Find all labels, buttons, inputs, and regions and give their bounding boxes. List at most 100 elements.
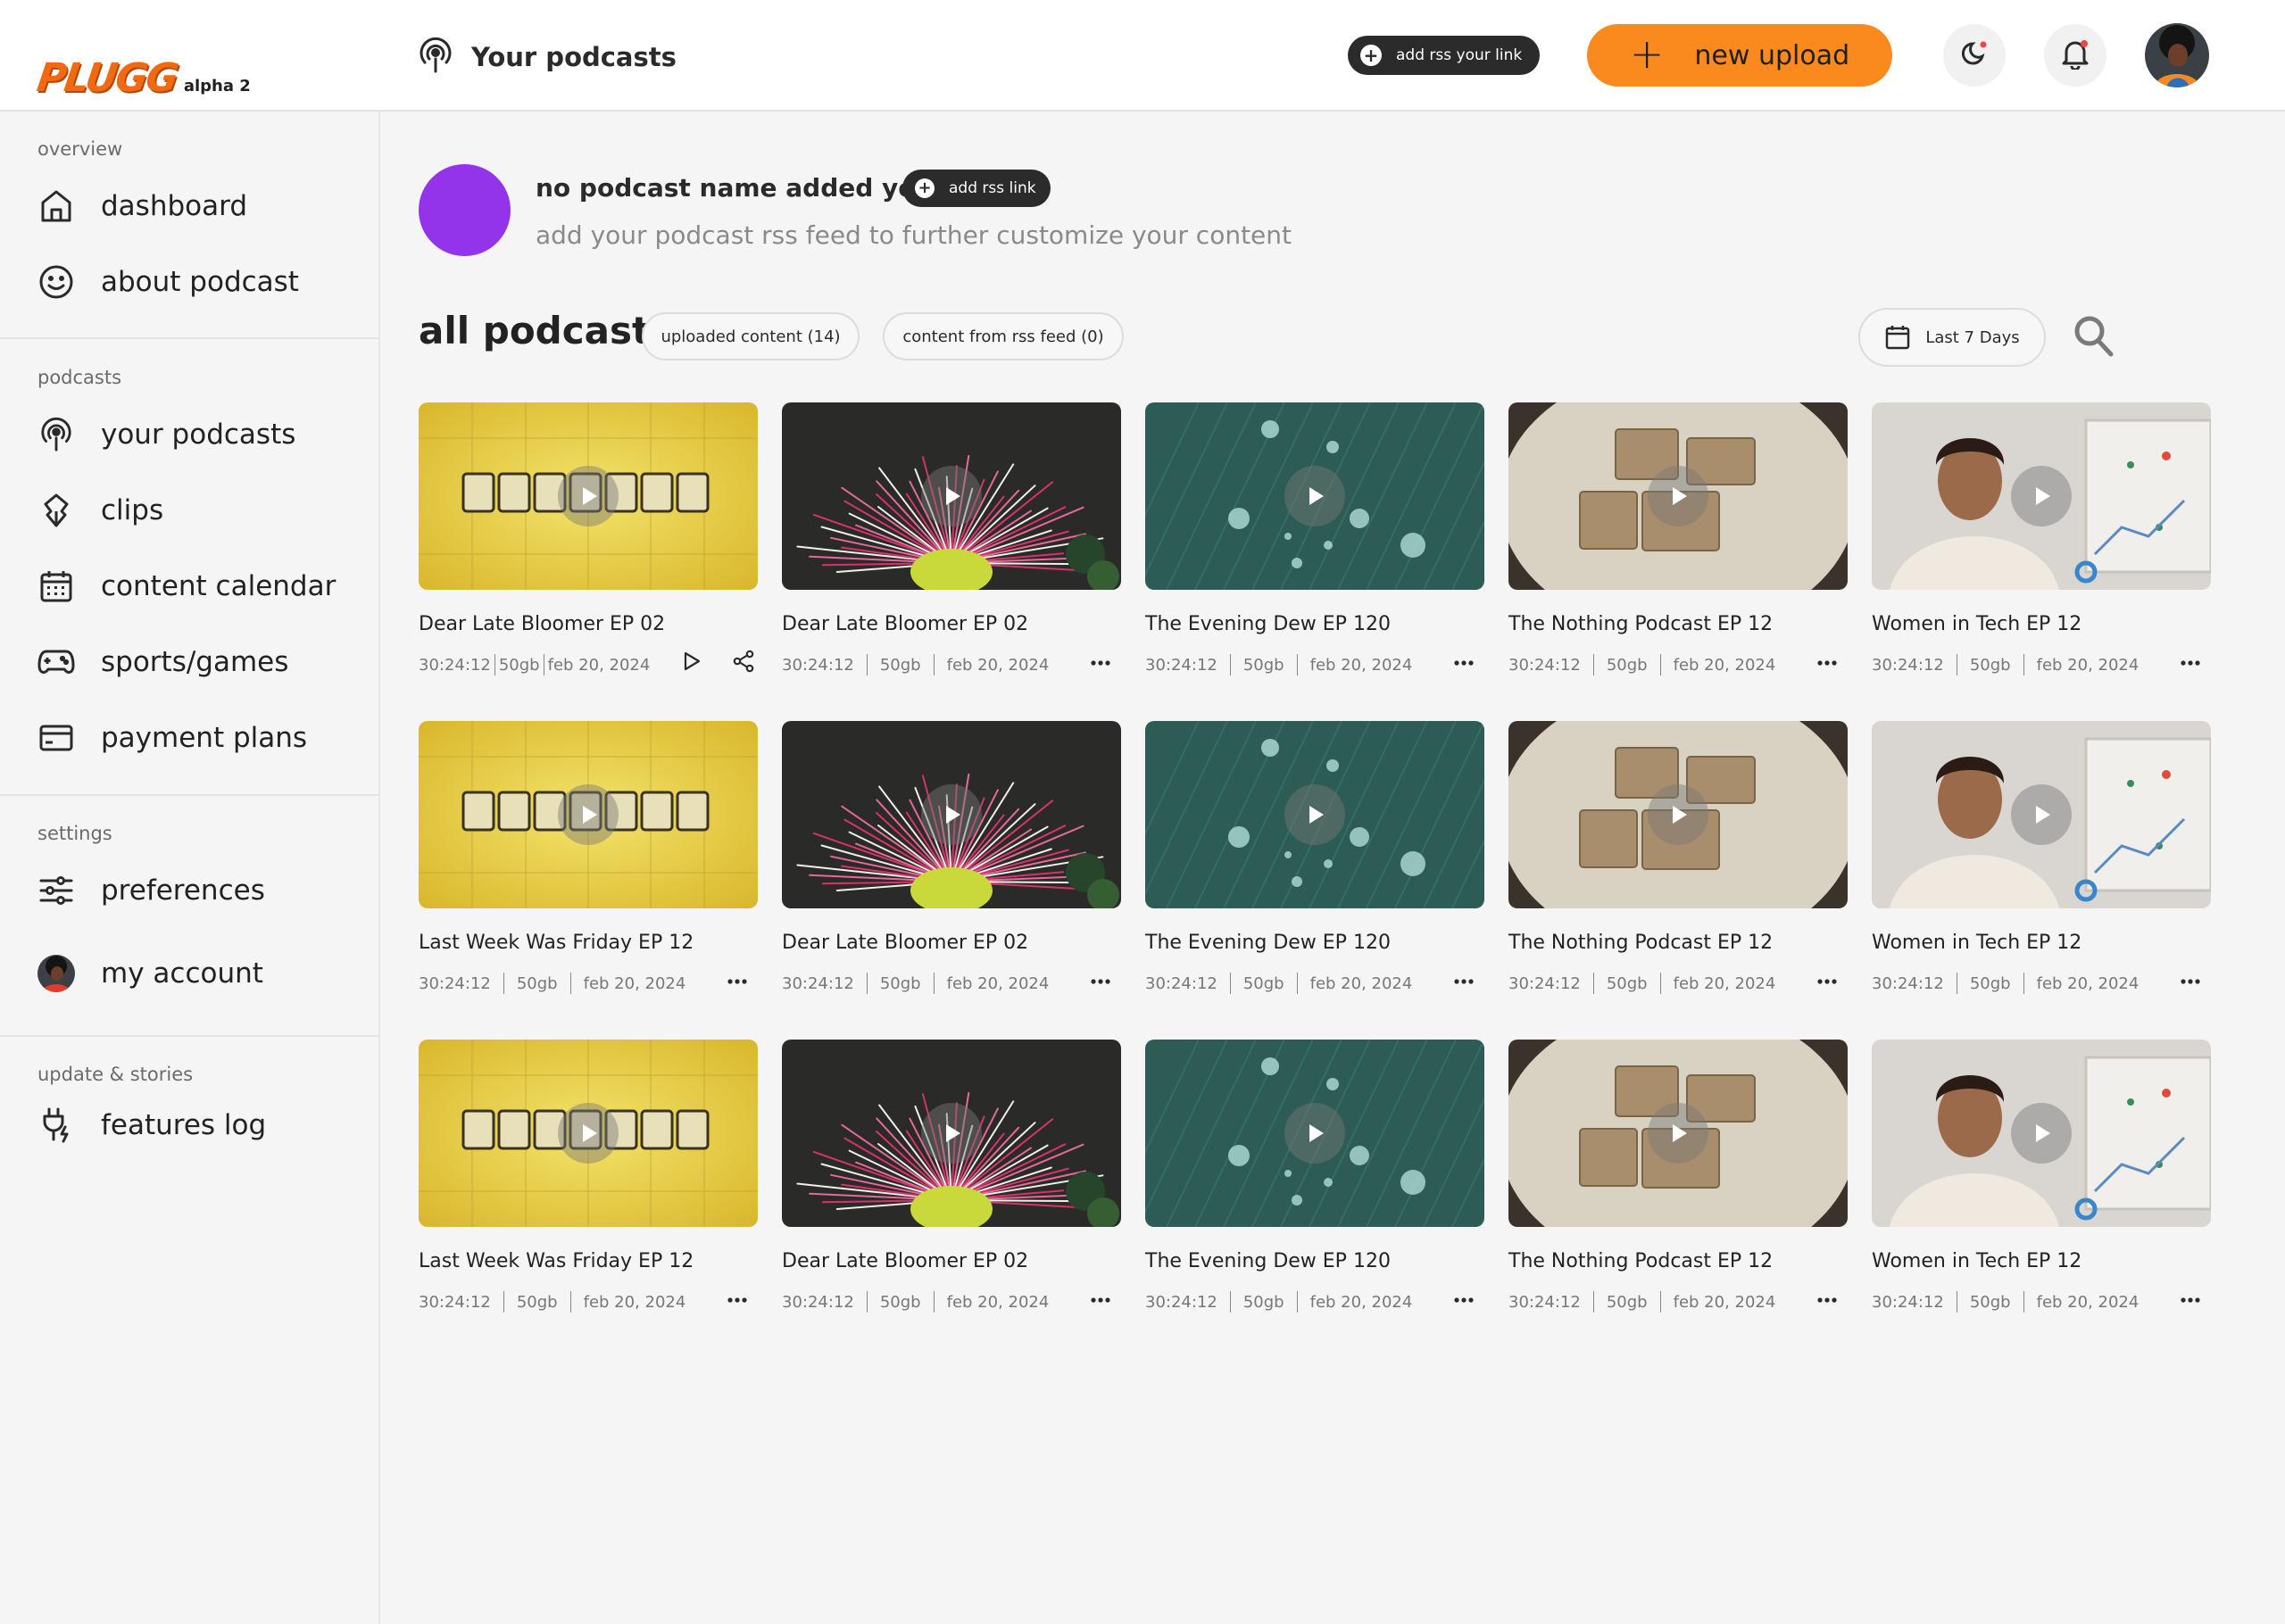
episode-card[interactable]: Dear Late Bloomer EP 02 30:24:12 50gb fe… (782, 1040, 1121, 1334)
play-overlay-button[interactable] (921, 1103, 982, 1164)
sidebar-item-my-account[interactable]: my account (37, 949, 359, 998)
episode-card[interactable]: Dear Late Bloomer EP 02 30:24:12 50gb fe… (782, 721, 1121, 1015)
sidebar-item-payment-plans[interactable]: payment plans (37, 713, 359, 763)
episode-title: Dear Late Bloomer EP 02 (782, 932, 1029, 954)
play-episode-button[interactable] (676, 645, 708, 677)
more-options-button[interactable] (722, 971, 752, 992)
play-overlay-button[interactable] (1284, 1103, 1345, 1164)
play-icon (1665, 801, 1691, 828)
episode-card[interactable]: The Evening Dew EP 120 30:24:12 50gb feb… (1145, 1040, 1484, 1334)
more-options-button[interactable] (1812, 971, 1842, 992)
search-button[interactable] (2073, 314, 2115, 359)
add-rss-link-button[interactable]: + add rss link (902, 170, 1051, 207)
date-range-filter[interactable]: Last 7 Days (1858, 308, 2046, 367)
episode-size: 50gb (1606, 1292, 1648, 1312)
more-options-button[interactable] (1449, 971, 1479, 992)
play-overlay-button[interactable] (2011, 1103, 2072, 1164)
sidebar-item-content-calendar[interactable]: content calendar (37, 561, 359, 611)
play-overlay-button[interactable] (2011, 466, 2072, 526)
brand-logo[interactable]: PLUGG alpha 2 (34, 55, 250, 105)
more-options-button[interactable] (1812, 652, 1842, 674)
episode-meta: 30:24:12 50gb feb 20, 2024 (419, 973, 686, 994)
episode-card[interactable]: The Evening Dew EP 120 30:24:12 50gb feb… (1145, 721, 1484, 1015)
episode-meta: 30:24:12 50gb feb 20, 2024 (1872, 654, 2139, 675)
more-dots-icon (1090, 1297, 1111, 1304)
episode-size: 50gb (1606, 974, 1648, 993)
play-overlay-button[interactable] (1284, 466, 1345, 526)
smile-icon (37, 263, 75, 301)
sidebar-divider (0, 1035, 378, 1037)
episode-title: Women in Tech EP 12 (1872, 1250, 2082, 1272)
share-episode-button[interactable] (727, 645, 760, 677)
episode-title: Women in Tech EP 12 (1872, 932, 2082, 954)
sliders-icon (37, 872, 75, 909)
play-overlay-button[interactable] (558, 784, 619, 845)
sidebar-item-sports-games[interactable]: sports/games (37, 637, 359, 687)
episode-duration: 30:24:12 (1145, 655, 1217, 675)
more-options-button[interactable] (2175, 652, 2206, 674)
more-options-button[interactable] (2175, 971, 2206, 992)
play-overlay-button[interactable] (1648, 1103, 1708, 1164)
sidebar: overview dashboard about podcast podcast… (0, 112, 380, 1624)
more-options-button[interactable] (722, 1289, 752, 1311)
episode-date: feb 20, 2024 (2036, 1292, 2140, 1312)
user-avatar[interactable] (2145, 23, 2209, 87)
episode-card[interactable]: Women in Tech EP 12 30:24:12 50gb feb 20… (1872, 721, 2211, 1015)
play-overlay-button[interactable] (1648, 466, 1708, 526)
episode-card[interactable]: The Evening Dew EP 120 30:24:12 50gb feb… (1145, 402, 1484, 697)
episode-meta: 30:24:12 50gb feb 20, 2024 (1145, 973, 1412, 994)
sidebar-item-features-log[interactable]: features log (37, 1100, 359, 1150)
theme-toggle-button[interactable] (1943, 24, 2006, 87)
play-overlay-button[interactable] (1648, 784, 1708, 845)
episode-card[interactable]: Women in Tech EP 12 30:24:12 50gb feb 20… (1872, 1040, 2211, 1334)
play-overlay-button[interactable] (921, 466, 982, 526)
sidebar-item-preferences[interactable]: preferences (37, 866, 359, 916)
filter-uploaded-content[interactable]: uploaded content (14) (642, 312, 860, 360)
episode-date: feb 20, 2024 (1309, 974, 1413, 993)
episode-size: 50gb (879, 974, 921, 993)
episode-card[interactable]: Dear Late Bloomer EP 02 30:24:12 50gb fe… (419, 402, 758, 697)
sidebar-item-dashboard[interactable]: dashboard (37, 181, 359, 231)
episode-duration: 30:24:12 (1508, 655, 1581, 675)
episode-card[interactable]: Women in Tech EP 12 30:24:12 50gb feb 20… (1872, 402, 2211, 697)
section-label-overview: overview (37, 138, 123, 160)
play-overlay-button[interactable] (558, 1103, 619, 1164)
play-overlay-button[interactable] (921, 784, 982, 845)
section-label-settings: settings (37, 823, 112, 844)
more-options-button[interactable] (1085, 1289, 1116, 1311)
podcast-avatar[interactable] (419, 164, 511, 256)
play-overlay-button[interactable] (2011, 784, 2072, 845)
sidebar-item-label: preferences (101, 874, 265, 907)
episode-duration: 30:24:12 (419, 974, 491, 993)
sidebar-item-label: clips (101, 494, 164, 526)
episode-card[interactable]: Last Week Was Friday EP 12 30:24:12 50gb… (419, 1040, 758, 1334)
episode-card[interactable]: The Nothing Podcast EP 12 30:24:12 50gb … (1508, 402, 1848, 697)
more-options-button[interactable] (1449, 652, 1479, 674)
more-options-button[interactable] (1085, 652, 1116, 674)
podcast-name: no podcast name added yet (536, 173, 927, 203)
more-options-button[interactable] (2175, 1289, 2206, 1311)
episode-card[interactable]: The Nothing Podcast EP 12 30:24:12 50gb … (1508, 721, 1848, 1015)
episode-card[interactable]: Dear Late Bloomer EP 02 30:24:12 50gb fe… (782, 402, 1121, 697)
play-overlay-button[interactable] (558, 466, 619, 526)
sidebar-item-clips[interactable]: clips (37, 485, 359, 535)
more-options-button[interactable] (1085, 971, 1116, 992)
add-rss-link-button[interactable]: + add rss your link (1348, 36, 1541, 75)
new-upload-label: new upload (1694, 39, 1850, 71)
sidebar-item-your-podcasts[interactable]: your podcasts (37, 410, 359, 460)
filter-rss-content[interactable]: content from rss feed (0) (883, 312, 1124, 360)
episode-card[interactable]: Last Week Was Friday EP 12 30:24:12 50gb… (419, 721, 758, 1015)
notifications-button[interactable] (2044, 24, 2106, 87)
section-label-updates: update & stories (37, 1064, 194, 1085)
sidebar-item-about-podcast[interactable]: about podcast (37, 257, 359, 307)
episode-title: The Evening Dew EP 120 (1145, 932, 1391, 954)
play-overlay-button[interactable] (1284, 784, 1345, 845)
episode-card[interactable]: The Nothing Podcast EP 12 30:24:12 50gb … (1508, 1040, 1848, 1334)
calendar-icon (1886, 326, 1910, 350)
more-options-button[interactable] (1812, 1289, 1842, 1311)
more-options-button[interactable] (1449, 1289, 1479, 1311)
new-upload-button[interactable]: + new upload (1587, 24, 1892, 87)
moon-icon (1959, 38, 1990, 72)
play-icon (938, 801, 965, 828)
episode-duration: 30:24:12 (1872, 1292, 1944, 1312)
